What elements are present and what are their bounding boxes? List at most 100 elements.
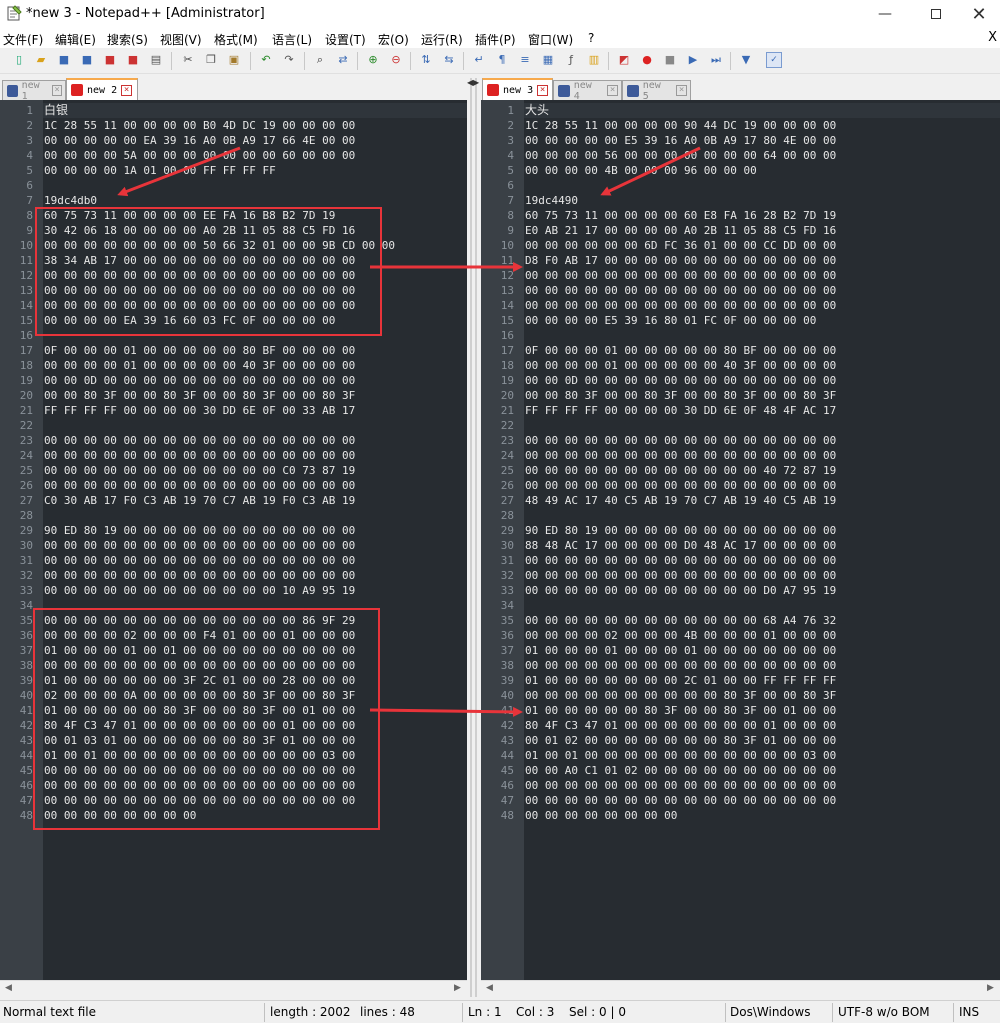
line-number: 8	[507, 209, 514, 222]
menu-item[interactable]: 语言(L)	[272, 31, 312, 48]
save-all-icon[interactable]: ■	[79, 52, 95, 68]
word-wrap-icon[interactable]: ↵	[471, 52, 487, 68]
redo-icon[interactable]: ↷	[281, 52, 297, 68]
close-tab-icon[interactable]: ×	[121, 84, 133, 96]
right-editor-pane[interactable]: 1 大头 2 1C 28 55 11 00 00 00 00 90 44 DC 19 …	[481, 100, 1000, 980]
minimize-button[interactable]: —	[862, 0, 908, 28]
close-tab-icon[interactable]: ×	[607, 85, 618, 96]
indent-guide-icon[interactable]: ≡	[517, 52, 533, 68]
left-horizontal-scrollbar[interactable]: ◀ ▶	[0, 980, 467, 997]
scroll-left-icon[interactable]: ◀	[5, 983, 12, 993]
menu-item[interactable]: 设置(T)	[325, 31, 366, 48]
hex-line: 01 00 00 00 01 00 00 00 01 00 00 00 00 0…	[525, 644, 837, 657]
line-number: 25	[500, 464, 514, 477]
find-icon[interactable]: ⌕	[312, 52, 328, 68]
arrow-right-icon[interactable]: ▶	[473, 78, 479, 87]
new-file-icon[interactable]: ▯	[11, 52, 27, 68]
spell-check-icon[interactable]: ✓	[766, 52, 782, 68]
scroll-right-icon[interactable]: ▶	[454, 983, 461, 993]
hex-line: D8 F0 AB 17 00 00 00 00 00 00 00 00 00 0…	[525, 254, 837, 267]
stop-macro-icon[interactable]: ■	[662, 52, 678, 68]
line-number: 38	[19, 659, 33, 672]
right-horizontal-scrollbar[interactable]: ◀ ▶	[481, 980, 1000, 997]
copy-icon[interactable]: ❐	[203, 52, 219, 68]
menu-item[interactable]: 窗口(W)	[528, 31, 573, 48]
tab-label: new 1	[21, 79, 40, 102]
tab-new-2[interactable]: new 2 ×	[66, 78, 138, 100]
hex-line: 00 00 00 00 1A 01 00 00 FF FF FF FF	[44, 164, 276, 177]
menu-item[interactable]: 运行(R)	[421, 31, 463, 48]
tab-new-1[interactable]: new 1 ×	[2, 79, 66, 102]
sync-horizontal-icon[interactable]: ⇆	[441, 52, 457, 68]
tab-label: new 5	[642, 79, 661, 102]
menu-item[interactable]: 格式(M)	[214, 31, 258, 48]
sync-vertical-icon[interactable]: ⇅	[418, 52, 434, 68]
hex-line: 00 00 00 00 01 00 00 00 00 00 40 3F 00 0…	[44, 359, 356, 372]
tab-label: new 4	[573, 79, 592, 102]
hex-line: 00 00 00 00 00 00 00 00 00 00 00 00 00 0…	[525, 299, 837, 312]
cut-icon[interactable]: ✂	[180, 52, 196, 68]
line-number: 31	[19, 554, 33, 567]
line-number: 28	[19, 509, 33, 522]
close-tab-icon[interactable]: ×	[52, 85, 62, 96]
hex-line: 00 00 00 00 00 00 00 00 00 00 00 00 00 0…	[44, 554, 356, 567]
tab-new-5[interactable]: new 5 ×	[622, 79, 691, 102]
view-splitter[interactable]: ◀ ▶	[467, 78, 481, 997]
open-file-icon[interactable]: ▰	[33, 52, 49, 68]
tab-new-4[interactable]: new 4 ×	[553, 79, 622, 102]
zoom-out-icon[interactable]: ⊖	[388, 52, 404, 68]
toolbar: ▯ ▰ ■ ■ ■ ■ ▤ ✂ ❐ ▣ ↶ ↷ ⌕ ⇄ ⊕ ⊖ ⇅ ⇆ ↵ ¶ ≡ ▦ ƒ ▥ ◩ ● ■ ▶ ⏭ ▼ ✓	[0, 48, 1000, 74]
line-number: 17	[500, 344, 514, 357]
close-window-button[interactable]: ✕	[956, 0, 1000, 28]
paste-icon[interactable]: ▣	[226, 52, 242, 68]
line-number: 26	[19, 479, 33, 492]
hex-line: 00 00 00 00 5A 00 00 00 00 00 00 00 60 0…	[44, 149, 356, 162]
line-number: 16	[500, 329, 514, 342]
undo-icon[interactable]: ↶	[258, 52, 274, 68]
status-eol: Dos\Windows	[730, 1005, 811, 1019]
show-all-chars-icon[interactable]: ¶	[494, 52, 510, 68]
print-icon[interactable]: ▤	[148, 52, 164, 68]
line-number: 47	[19, 794, 33, 807]
line-number: 6	[26, 179, 33, 192]
label-text: 大头	[525, 103, 550, 117]
play-macro-icon[interactable]: ▶	[685, 52, 701, 68]
maximize-button[interactable]	[913, 0, 959, 28]
menu-item[interactable]: ?	[588, 31, 594, 45]
menu-item[interactable]: 编辑(E)	[55, 31, 96, 48]
hex-line: 00 00 00 00 00 00 00 00 00 00 00 00 00 0…	[525, 449, 837, 462]
hex-line: 00 00 00 00 00 00 00 00 00 00 00 00 00 0…	[525, 479, 837, 492]
line-number: 44	[500, 749, 514, 762]
menu-item[interactable]: 插件(P)	[475, 31, 516, 48]
menu-item[interactable]: 文件(F)	[3, 31, 43, 48]
hex-line: 00 00 00 00 00 00 00 00 00 00 00 00 00 0…	[525, 284, 837, 297]
doc-map-icon[interactable]: ▦	[540, 52, 556, 68]
close-document-button[interactable]: X	[988, 30, 997, 45]
menu-item[interactable]: 宏(O)	[378, 31, 409, 48]
monitor-icon[interactable]: ◩	[616, 52, 632, 68]
function-list-icon[interactable]: ƒ	[563, 52, 579, 68]
line-number: 11	[500, 254, 514, 267]
close-all-icon[interactable]: ■	[125, 52, 141, 68]
close-tab-icon[interactable]: ×	[537, 84, 549, 96]
scroll-right-icon[interactable]: ▶	[987, 983, 994, 993]
run-macro-multiple-icon[interactable]: ⏭	[708, 52, 724, 68]
status-line-number: Ln : 1	[468, 1005, 502, 1019]
menu-item[interactable]: 搜索(S)	[107, 31, 148, 48]
record-macro-icon[interactable]: ●	[639, 52, 655, 68]
zoom-in-icon[interactable]: ⊕	[365, 52, 381, 68]
save-icon[interactable]: ■	[56, 52, 72, 68]
line-number: 21	[500, 404, 514, 417]
line-number: 24	[500, 449, 514, 462]
save-macro-icon[interactable]: ▼	[738, 52, 754, 68]
close-tab-icon[interactable]: ×	[676, 85, 687, 96]
folder-workspace-icon[interactable]: ▥	[586, 52, 602, 68]
scroll-left-icon[interactable]: ◀	[486, 983, 493, 993]
tab-new-3[interactable]: new 3 ×	[482, 78, 553, 100]
menu-item[interactable]: 视图(V)	[160, 31, 202, 48]
line-number: 10	[500, 239, 514, 252]
close-icon[interactable]: ■	[102, 52, 118, 68]
replace-icon[interactable]: ⇄	[335, 52, 351, 68]
line-number: 23	[500, 434, 514, 447]
address-text: 19dc4db0	[44, 194, 97, 207]
